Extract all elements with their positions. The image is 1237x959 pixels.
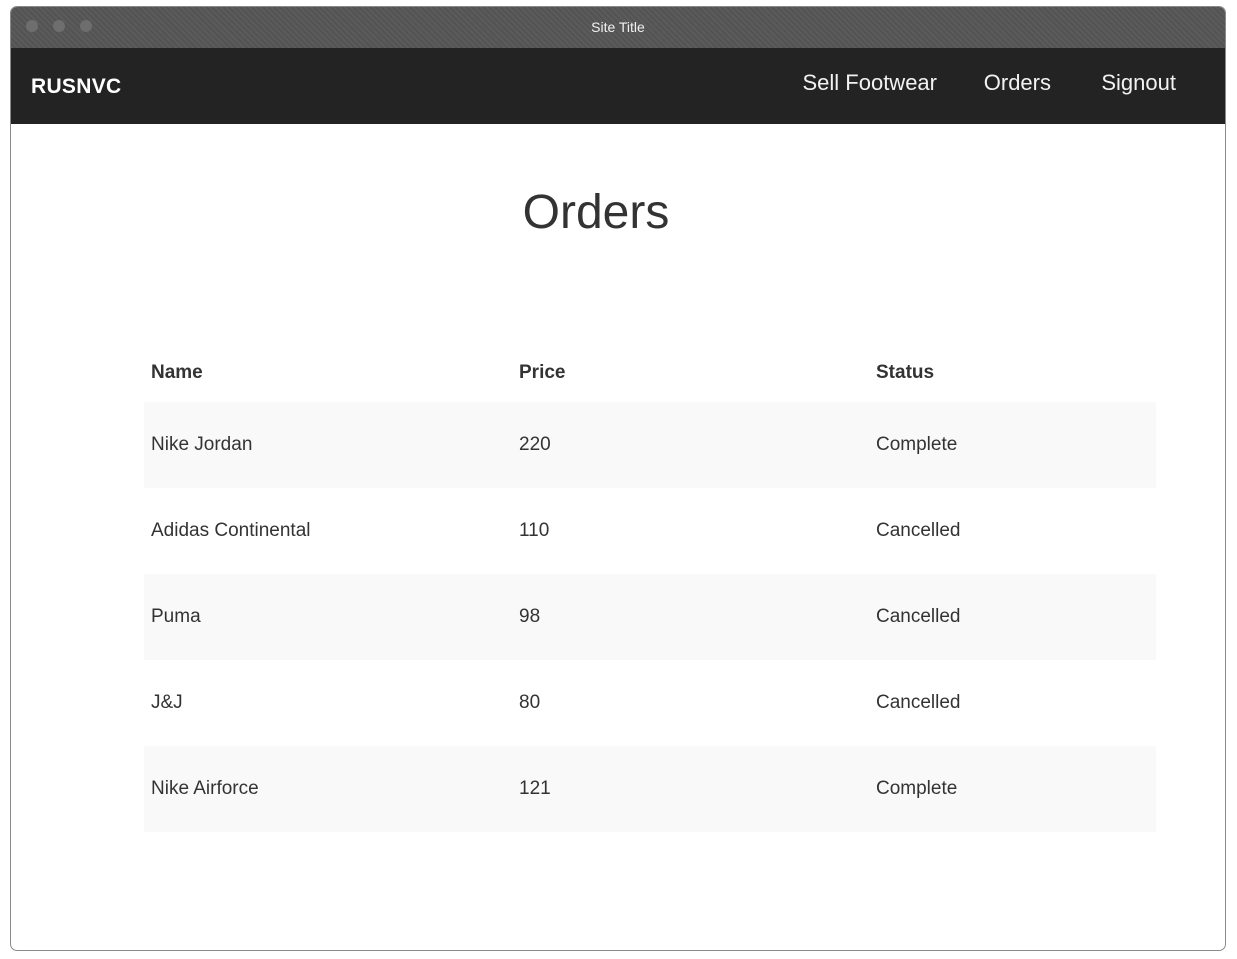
order-price-cell: 220 <box>519 434 551 455</box>
order-status-cell: Cancelled <box>876 520 961 541</box>
order-price-cell: 121 <box>519 778 551 799</box>
orders-table: Name Price Status Nike Jordan 220 Comple… <box>144 344 1156 832</box>
order-status-cell: Complete <box>876 434 958 455</box>
order-status-cell: Cancelled <box>876 692 961 713</box>
table-row: Adidas Continental 110 Cancelled <box>144 488 1156 574</box>
window-title: Site Title <box>591 19 645 35</box>
order-name-cell: Adidas Continental <box>151 520 311 541</box>
order-name-cell: Nike Airforce <box>151 778 259 799</box>
order-status-cell: Cancelled <box>876 606 961 627</box>
column-header-status: Status <box>876 362 935 383</box>
order-name-cell: J&J <box>151 692 183 713</box>
nav-link-sell-footwear[interactable]: Sell Footwear <box>802 70 937 96</box>
table-row: Puma 98 Cancelled <box>144 574 1156 660</box>
table-header-row: Name Price Status <box>144 344 1156 402</box>
page-title: Orders <box>522 186 670 239</box>
table-row: J&J 80 Cancelled <box>144 660 1156 746</box>
order-price-cell: 80 <box>519 692 541 713</box>
order-price-cell: 98 <box>519 606 541 627</box>
order-status-cell: Complete <box>876 778 958 799</box>
nav-link-signout[interactable]: Signout <box>1101 70 1176 96</box>
order-price-cell: 110 <box>519 520 550 541</box>
table-row: Nike Jordan 220 Complete <box>144 402 1156 488</box>
top-navbar: RUSNVC Sell Footwear Orders Signout <box>11 48 1225 124</box>
table-row: Nike Airforce 121 Complete <box>144 746 1156 832</box>
column-header-price: Price <box>519 362 566 383</box>
nav-link-orders[interactable]: Orders <box>984 70 1051 96</box>
order-name-cell: Puma <box>151 606 201 627</box>
window-titlebar: Site Title <box>11 7 1225 48</box>
brand-logo-link[interactable]: RUSNVC <box>31 75 121 99</box>
browser-window: Site Title RUSNVC Sell Footwear Orders S… <box>10 6 1226 951</box>
column-header-name: Name <box>151 362 203 383</box>
order-name-cell: Nike Jordan <box>151 434 253 455</box>
